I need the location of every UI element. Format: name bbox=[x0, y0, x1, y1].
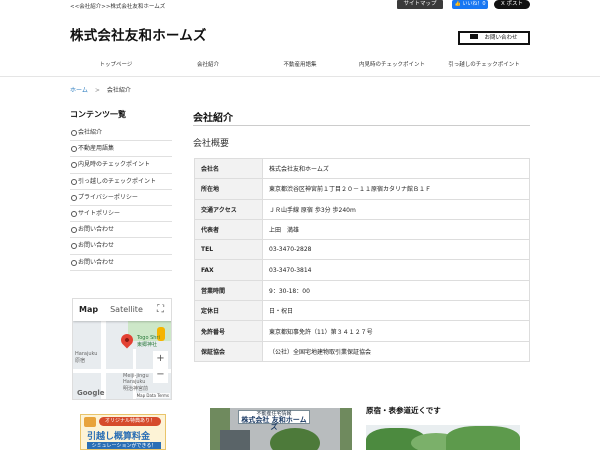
row-key: TEL bbox=[194, 239, 263, 261]
row-key: 会社名 bbox=[194, 157, 263, 180]
breadcrumb-home[interactable]: ホーム bbox=[70, 87, 88, 94]
map-tab-satellite[interactable]: Satellite bbox=[104, 299, 149, 321]
sidebar-heading: コンテンツ一覧 bbox=[70, 110, 126, 119]
sitemap-button[interactable]: サイトマップ bbox=[397, 0, 443, 9]
site-title[interactable]: 株式会社友和ホームズ bbox=[70, 24, 207, 44]
mail-icon bbox=[470, 34, 479, 39]
nav-item-top[interactable]: トップページ bbox=[70, 60, 162, 70]
banner-caption: シミュレーションができる！ bbox=[87, 442, 161, 449]
location-heading: 原宿・表参道近くです bbox=[366, 406, 441, 415]
table-row: FAX 03-3470-3814 bbox=[194, 259, 530, 281]
sidebar-item-privacy-policy[interactable]: プライバシーポリシー bbox=[70, 190, 172, 206]
table-row: 所在地 東京都渋谷区神宮前１丁目２０－１１原宿カタリナ館Ｂ１Ｆ bbox=[194, 178, 530, 200]
facebook-like-button[interactable]: 👍 いいね！0 bbox=[452, 0, 488, 9]
row-key: FAX bbox=[194, 259, 263, 281]
row-key: 定休日 bbox=[194, 300, 263, 322]
gift-icon bbox=[84, 417, 96, 427]
map-harajuku-ja-label: 原宿 bbox=[75, 358, 86, 364]
nav-item-moving-checkpoints[interactable]: 引っ越しのチェックポイント bbox=[438, 60, 530, 70]
table-row: 代表者 上田 満雄 bbox=[194, 218, 530, 241]
top-bar: <<会社紹介>>株式会社友和ホームズ サイトマップ 👍 いいね！0 X ポスト bbox=[0, 0, 600, 12]
table-row: TEL 03-3470-2828 bbox=[194, 239, 530, 261]
sidebar-item-company[interactable]: 会社紹介 bbox=[70, 125, 172, 142]
nav-item-glossary[interactable]: 不動産用語集 bbox=[254, 60, 346, 70]
fullscreen-icon[interactable]: ⛶ bbox=[153, 302, 168, 317]
title-divider bbox=[193, 125, 530, 126]
contact-button-label: お問い合わせ bbox=[484, 35, 518, 41]
x-post-button[interactable]: X ポスト bbox=[494, 0, 530, 9]
google-map[interactable]: Map Satellite ⛶ Togo Shri 東郷神社 Harajuku … bbox=[72, 298, 172, 400]
contact-button[interactable]: お問い合わせ bbox=[458, 31, 530, 45]
sidebar-item-viewing-checkpoints[interactable]: 内見時のチェックポイント bbox=[70, 157, 172, 174]
banner-title: 引越し概算料金 bbox=[87, 432, 151, 442]
photo-window bbox=[220, 430, 250, 450]
storefront-photo: 不動産住宅情報 株式会社 友和ホームズ bbox=[210, 408, 352, 450]
sidebar-item-contact-1[interactable]: お問い合わせ bbox=[70, 222, 172, 239]
omotesando-photo bbox=[366, 425, 520, 450]
page-title: 会社紹介 bbox=[193, 113, 233, 124]
zoom-in-icon[interactable]: + bbox=[153, 351, 168, 367]
row-key: 保証協会 bbox=[194, 340, 263, 362]
nav-divider bbox=[0, 76, 600, 77]
row-value: 株式会社友和ホームズ bbox=[262, 157, 530, 180]
photo-tree bbox=[446, 426, 520, 450]
row-value: 03-3470-3814 bbox=[262, 259, 530, 281]
table-row: 交通アクセス ＪＲ山手線 原宿 歩3分 歩240m bbox=[194, 198, 530, 220]
row-value: 東京都知事免許（11）第３４１２７号 bbox=[262, 320, 530, 342]
table-row: 保証協会 （公社）全国宅地建物取引業保証協会 bbox=[194, 340, 530, 362]
sidebar-item-moving-checkpoints[interactable]: 引っ越しのチェックポイント bbox=[70, 174, 172, 190]
map-footer[interactable]: Map Data Terms bbox=[135, 393, 170, 398]
map-tab-map[interactable]: Map bbox=[73, 299, 104, 321]
zoom-out-icon[interactable]: − bbox=[153, 367, 168, 383]
row-key: 免許番号 bbox=[194, 320, 263, 342]
row-value: （公社）全国宅地建物取引業保証協会 bbox=[262, 340, 530, 362]
sidebar-item-glossary[interactable]: 不動産用語集 bbox=[70, 141, 172, 158]
row-key: 所在地 bbox=[194, 178, 263, 200]
sidebar-item-contact-3[interactable]: お問い合わせ bbox=[70, 255, 172, 271]
map-place-label-ja: 東郷神社 bbox=[137, 342, 158, 348]
photo-tree bbox=[270, 428, 320, 450]
table-row: 営業時間 9：30-18：00 bbox=[194, 279, 530, 302]
row-key: 交通アクセス bbox=[194, 198, 263, 220]
map-zoom-control: + − bbox=[153, 351, 168, 383]
section-heading: 会社概要 bbox=[193, 139, 230, 149]
store-sign: 不動産住宅情報 株式会社 友和ホームズ bbox=[238, 410, 310, 431]
breadcrumb-separator: > bbox=[94, 87, 100, 94]
sidebar-menu: 会社紹介 不動産用語集 内見時のチェックポイント 引っ越しのチェックポイント プ… bbox=[70, 125, 172, 271]
tagline: <<会社紹介>>株式会社友和ホームズ bbox=[70, 4, 166, 10]
row-key: 営業時間 bbox=[194, 279, 263, 302]
nav-item-viewing-checkpoints[interactable]: 内見時のチェックポイント bbox=[346, 60, 438, 70]
banner-badge: オリジナル特典あり！ bbox=[99, 417, 161, 426]
table-row: 定休日 日・祝日 bbox=[194, 300, 530, 322]
google-logo: Google bbox=[77, 389, 105, 397]
breadcrumb: ホーム > 会社紹介 bbox=[70, 85, 131, 94]
company-info-table: 会社名 株式会社友和ホームズ 所在地 東京都渋谷区神宮前１丁目２０－１１原宿カタリナ… bbox=[194, 157, 530, 362]
sidebar-item-contact-2[interactable]: お問い合わせ bbox=[70, 238, 172, 255]
row-value: 上田 満雄 bbox=[262, 218, 530, 241]
moving-estimate-banner[interactable]: オリジナル特典あり！ 引越し概算料金 シミュレーションができる！ bbox=[80, 414, 166, 450]
table-row: 会社名 株式会社友和ホームズ bbox=[194, 157, 530, 180]
row-value: 東京都渋谷区神宮前１丁目２０－１１原宿カタリナ館Ｂ１Ｆ bbox=[262, 178, 530, 200]
row-value: ＪＲ山手線 原宿 歩3分 歩240m bbox=[262, 198, 530, 220]
nav-item-company[interactable]: 会社紹介 bbox=[162, 60, 254, 70]
sidebar-item-site-policy[interactable]: サイトポリシー bbox=[70, 206, 172, 223]
row-value: 日・祝日 bbox=[262, 300, 530, 322]
row-value: 9：30-18：00 bbox=[262, 279, 530, 302]
global-nav: トップページ 会社紹介 不動産用語集 内見時のチェックポイント 引っ越しのチェッ… bbox=[70, 60, 530, 70]
map-meiji-ja-label: 明治神宮前 bbox=[123, 386, 149, 392]
breadcrumb-current: 会社紹介 bbox=[106, 87, 131, 94]
row-value: 03-3470-2828 bbox=[262, 239, 530, 261]
table-row: 免許番号 東京都知事免許（11）第３４１２７号 bbox=[194, 320, 530, 342]
row-key: 代表者 bbox=[194, 218, 263, 241]
